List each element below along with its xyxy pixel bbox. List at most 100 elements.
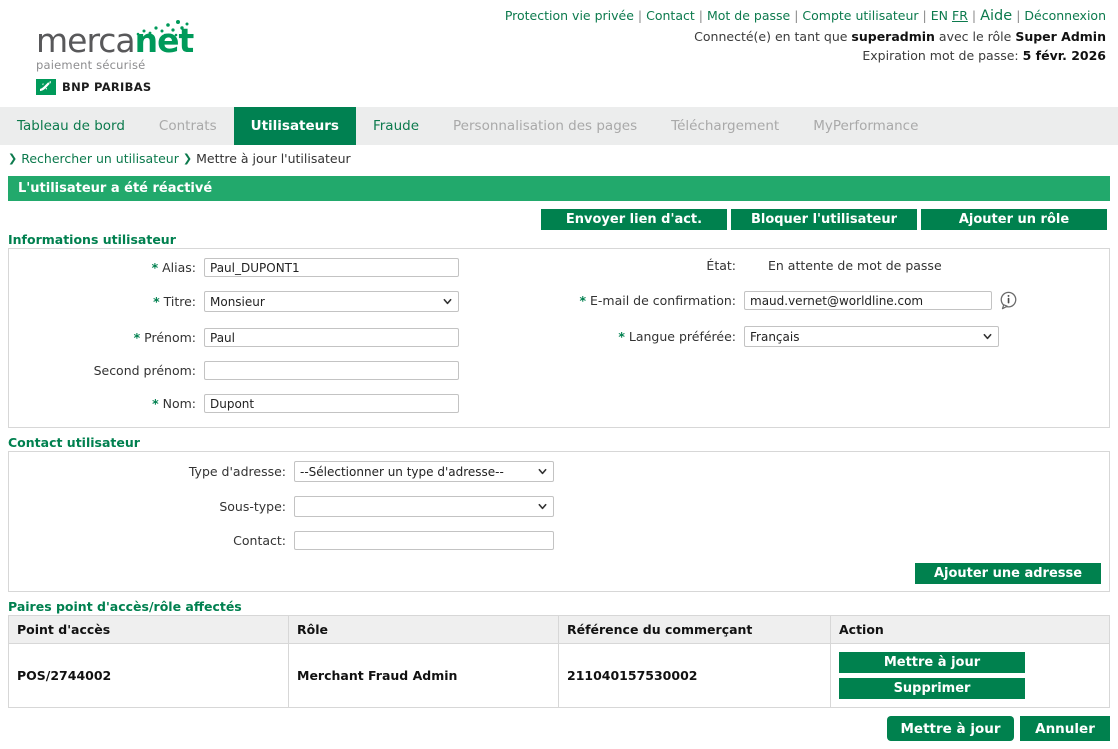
label-lastname-text: Nom: (163, 396, 196, 411)
title-select-value: Monsieur (210, 295, 265, 309)
link-separator: | (695, 8, 707, 23)
cell-merchant-ref: 211040157530002 (559, 644, 831, 708)
cell-access-point: POS/2744002 (9, 644, 289, 708)
user-action-buttons: Envoyer lien d'act. Bloquer l'utilisateu… (541, 209, 1107, 230)
email-input[interactable] (744, 291, 992, 310)
bnp-paribas-text: BNP PARIBAS (62, 80, 151, 94)
add-address-button[interactable]: Ajouter une adresse (915, 563, 1101, 584)
logo-dots-icon (132, 18, 192, 40)
session-role: Super Admin (1015, 29, 1106, 44)
add-role-button[interactable]: Ajouter un rôle (921, 209, 1107, 230)
chevron-down-icon (443, 297, 452, 306)
required-marker: * (579, 293, 586, 308)
tab-users[interactable]: Utilisateurs (234, 107, 356, 145)
link-logout[interactable]: Déconnexion (1024, 8, 1106, 23)
tab-fraud[interactable]: Fraude (356, 107, 436, 145)
tab-contracts[interactable]: Contrats (142, 107, 234, 145)
label-middlename: Second prénom: (9, 363, 204, 378)
field-firstname: * Prénom: (9, 328, 459, 347)
label-language-text: Langue préférée: (629, 329, 736, 344)
cancel-button[interactable]: Annuler (1020, 716, 1110, 741)
field-language: * Langue préférée: Français (539, 326, 999, 347)
tab-myperformance[interactable]: MyPerformance (796, 107, 935, 145)
language-select[interactable]: Français (744, 326, 999, 347)
field-address-type: Type d'adresse: --Sélectionner un type d… (9, 461, 554, 482)
chevron-down-icon (983, 332, 992, 341)
required-marker: * (134, 330, 141, 345)
tab-page-customization[interactable]: Personnalisation des pages (436, 107, 654, 145)
chevron-right-icon: ❯ (183, 152, 192, 165)
address-type-select[interactable]: --Sélectionner un type d'adresse-- (294, 461, 554, 482)
firstname-input[interactable] (204, 328, 459, 347)
section-title-contact: Contact utilisateur (8, 435, 140, 450)
title-select[interactable]: Monsieur (204, 291, 459, 312)
logo-text-merca: merca (36, 21, 135, 60)
send-activation-link-button[interactable]: Envoyer lien d'act. (541, 209, 727, 230)
info-bubble-icon[interactable] (999, 291, 1018, 310)
subtype-select[interactable] (294, 496, 554, 517)
label-address-type: Type d'adresse: (9, 464, 294, 479)
label-lastname: * Nom: (9, 396, 204, 411)
state-value: En attente de mot de passe (744, 258, 942, 273)
main-navigation: Tableau de bord Contrats Utilisateurs Fr… (0, 107, 1118, 145)
table-row: POS/2744002 Merchant Fraud Admin 2110401… (9, 644, 1110, 708)
form-footer-buttons: Mettre à jour Annuler (887, 716, 1110, 741)
breadcrumb-search-user[interactable]: Rechercher un utilisateur (21, 151, 179, 166)
required-marker: * (152, 396, 159, 411)
section-title-user-info: Informations utilisateur (8, 232, 176, 247)
session-middle: avec le rôle (935, 29, 1015, 44)
link-separator: | (1012, 8, 1024, 23)
session-connected-line: Connecté(e) en tant que superadmin avec … (694, 28, 1106, 47)
required-marker: * (618, 329, 625, 344)
pairs-table-wrapper: Point d'accès Rôle Référence du commerça… (8, 615, 1110, 708)
tab-dashboard[interactable]: Tableau de bord (0, 107, 142, 145)
link-separator: | (634, 8, 646, 23)
tab-download[interactable]: Téléchargement (654, 107, 796, 145)
label-firstname: * Prénom: (9, 330, 204, 345)
top-links-bar: Protection vie privée|Contact|Mot de pas… (505, 8, 1106, 24)
label-email: * E-mail de confirmation: (539, 293, 744, 308)
link-privacy[interactable]: Protection vie privée (505, 8, 634, 23)
row-action-buttons: Mettre à jour Supprimer (839, 652, 1101, 699)
submit-update-button[interactable]: Mettre à jour (887, 716, 1014, 741)
row-update-button[interactable]: Mettre à jour (839, 652, 1025, 673)
lastname-input[interactable] (204, 394, 459, 413)
link-separator: | (968, 8, 980, 23)
field-title: * Titre: Monsieur (9, 291, 459, 312)
language-select-value: Français (750, 330, 799, 344)
link-lang-fr[interactable]: FR (952, 8, 968, 23)
contact-input[interactable] (294, 531, 554, 550)
field-subtype: Sous-type: (9, 496, 554, 517)
chevron-down-icon (538, 467, 547, 476)
label-email-text: E-mail de confirmation: (590, 293, 736, 308)
breadcrumb: ❯ Rechercher un utilisateur ❯ Mettre à j… (8, 151, 351, 166)
label-language: * Langue préférée: (539, 329, 744, 344)
field-alias: * Alias: (9, 258, 459, 277)
bnp-paribas-logo: BNP PARIBAS (36, 79, 196, 95)
section-title-pairs: Paires point d'accès/rôle affectés (8, 599, 242, 614)
link-help[interactable]: Aide (980, 8, 1012, 24)
column-access-point: Point d'accès (9, 616, 289, 644)
page-header: mercanet paiement sécurisé BNP PARIBAS P… (0, 0, 1118, 105)
field-middlename: Second prénom: (9, 361, 459, 380)
label-firstname-text: Prénom: (144, 330, 196, 345)
link-lang-en[interactable]: EN (931, 8, 948, 23)
label-alias: * Alias: (9, 260, 204, 275)
middlename-input[interactable] (204, 361, 459, 380)
alias-input[interactable] (204, 258, 459, 277)
field-state: État: En attente de mot de passe (539, 258, 942, 273)
column-merchant-ref: Référence du commerçant (559, 616, 831, 644)
row-delete-button[interactable]: Supprimer (839, 678, 1025, 699)
chevron-down-icon (538, 502, 547, 511)
expiry-value: 5 févr. 2026 (1023, 48, 1106, 63)
link-contact[interactable]: Contact (646, 8, 695, 23)
required-marker: * (152, 260, 159, 275)
panel-user-info: * Alias: * Titre: Monsieur * Prénom: Sec… (8, 248, 1110, 428)
bnp-mark-icon (36, 79, 56, 95)
link-user-account[interactable]: Compte utilisateur (802, 8, 918, 23)
block-user-button[interactable]: Bloquer l'utilisateur (731, 209, 917, 230)
link-password[interactable]: Mot de passe (707, 8, 790, 23)
label-title-text: Titre: (164, 294, 196, 309)
panel-contact: Type d'adresse: --Sélectionner un type d… (8, 451, 1110, 592)
label-state: État: (539, 258, 744, 273)
